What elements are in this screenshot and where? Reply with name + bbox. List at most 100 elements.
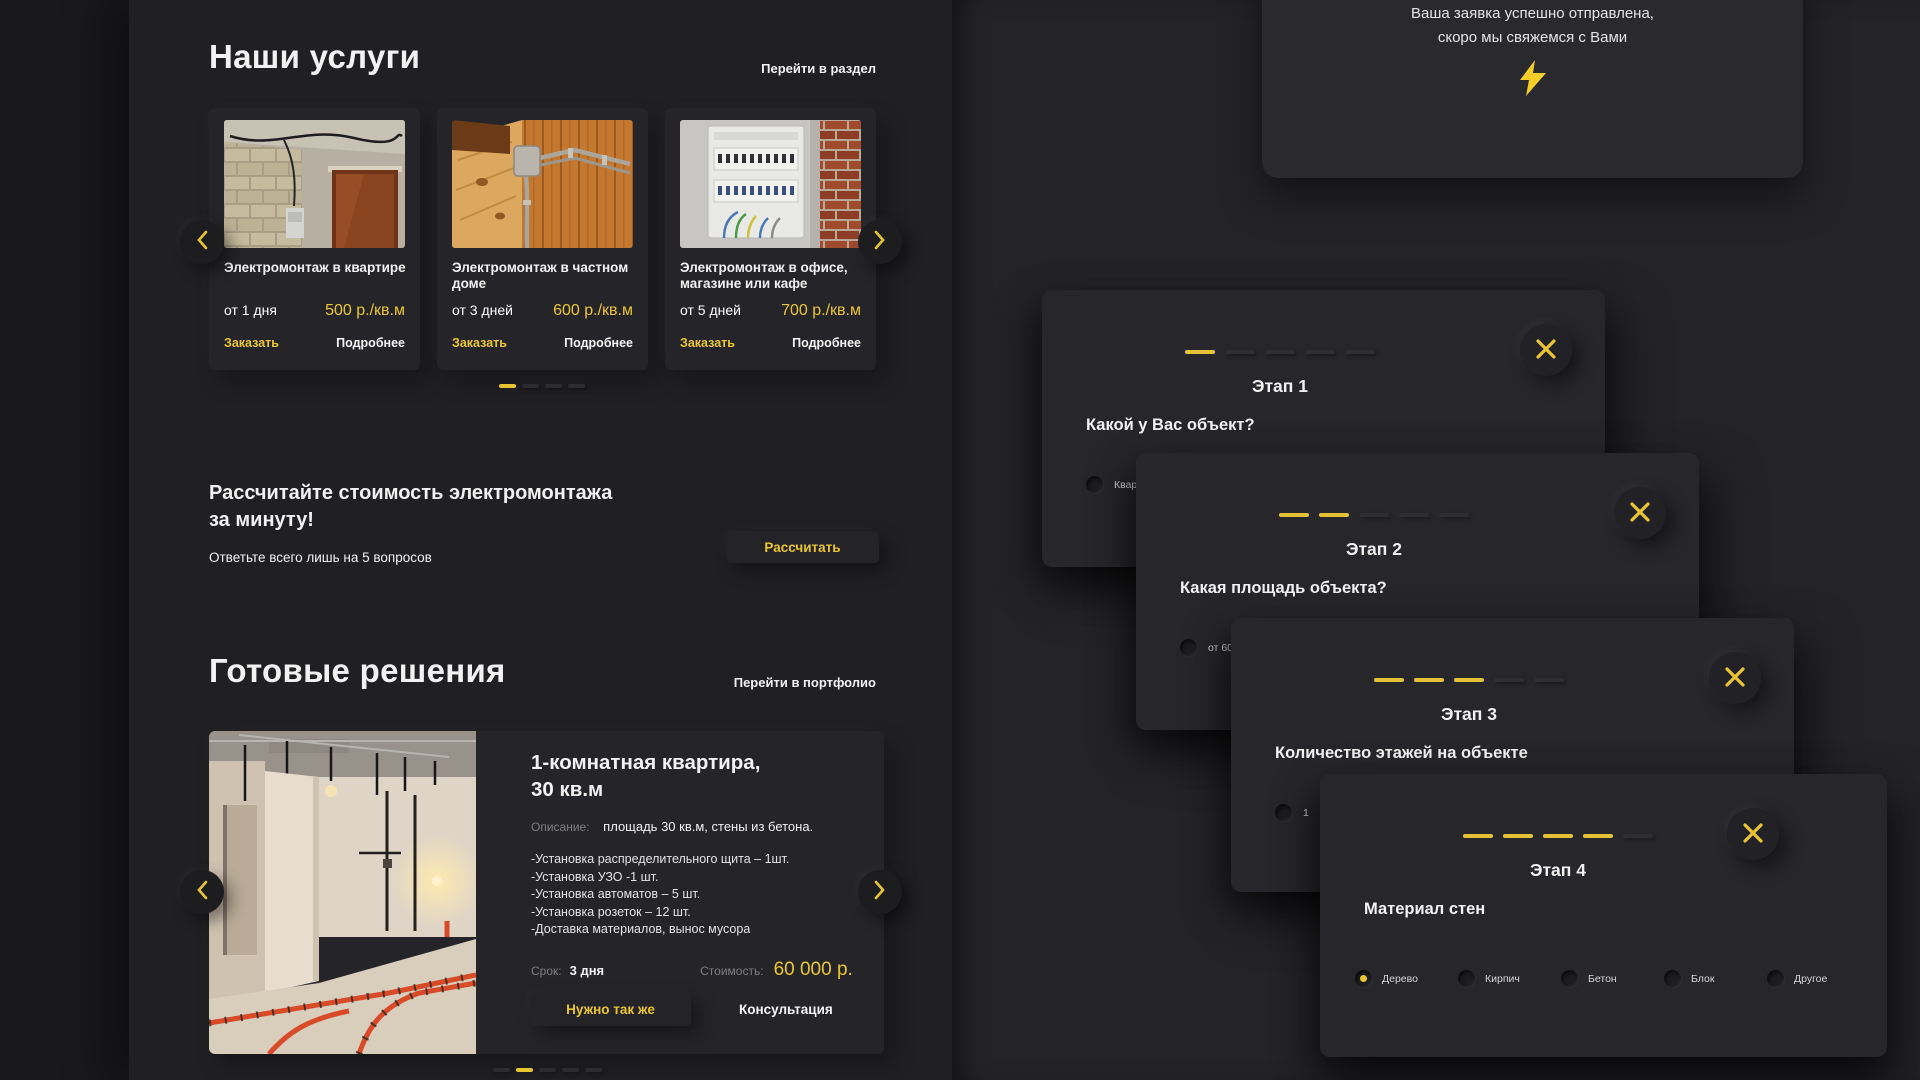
- order-button[interactable]: Заказать: [452, 336, 507, 350]
- details-button[interactable]: Подробнее: [792, 336, 861, 350]
- order-button[interactable]: Заказать: [224, 336, 279, 350]
- cost-label: Стоимость:: [700, 964, 763, 978]
- services-next-button[interactable]: [858, 220, 902, 264]
- toast-text: Ваша заявка успешно отправлена,: [1262, 5, 1803, 22]
- calculator-heading: Рассчитайте стоимость электромонтажа за …: [209, 480, 612, 534]
- toast-text: скоро мы свяжемся с Вами: [1262, 29, 1803, 46]
- service-card-title: Электромонтаж в частном доме: [452, 260, 636, 292]
- pagination-dash[interactable]: [545, 384, 562, 388]
- details-button[interactable]: Подробнее: [336, 336, 405, 350]
- quiz-option[interactable]: Дерево: [1355, 970, 1458, 987]
- service-card-info: от 5 дней 700 р./кв.м: [680, 302, 861, 320]
- quiz-panel: Ваша заявка успешно отправлена, скоро мы…: [952, 0, 1920, 1080]
- portfolio-work-list: -Установка распределительного щита – 1шт…: [531, 851, 789, 939]
- list-item: -Установка автоматов – 5 шт.: [531, 886, 789, 904]
- need-same-button[interactable]: Нужно так же: [530, 993, 691, 1026]
- description-value: площадь 30 кв.м, стены из бетона.: [603, 819, 813, 834]
- quiz-option[interactable]: Бетон: [1561, 970, 1664, 987]
- option-label: Дерево: [1382, 973, 1418, 985]
- service-card-title: Электромонтаж в офисе, магазине или кафе: [680, 260, 864, 292]
- consultation-button[interactable]: Консультация: [739, 1002, 833, 1017]
- services-header: Наши услуги Перейти в раздел: [209, 38, 876, 76]
- services-pagination: [499, 384, 585, 388]
- progress-indicator: [1136, 513, 1612, 517]
- radio-icon[interactable]: [1561, 970, 1578, 987]
- list-item: -Доставка материалов, вынос мусора: [531, 921, 789, 939]
- service-photo-breaker-panel: [680, 120, 861, 248]
- progress-indicator: [1231, 678, 1707, 682]
- close-icon: [1742, 822, 1764, 847]
- radio-icon[interactable]: [1355, 970, 1372, 987]
- portfolio-title: Готовые решения: [209, 652, 506, 690]
- portfolio-pagination: [493, 1068, 602, 1072]
- service-card-info: от 3 дней 600 р./кв.м: [452, 302, 633, 320]
- portfolio-section-link[interactable]: Перейти в портфолио: [734, 675, 876, 690]
- quiz-modal-step-4: Этап 4 Материал стен Дерево Кирпич Бетон: [1320, 774, 1887, 1057]
- service-duration: от 1 дня: [224, 302, 277, 318]
- radio-icon[interactable]: [1767, 970, 1784, 987]
- quiz-option[interactable]: Кирпич: [1458, 970, 1561, 987]
- pagination-dash[interactable]: [568, 384, 585, 388]
- radio-icon[interactable]: [1086, 476, 1103, 493]
- list-item: -Установка УЗО -1 шт.: [531, 869, 789, 887]
- quiz-option[interactable]: Другое: [1767, 970, 1870, 987]
- list-item: -Установка распределительного щита – 1шт…: [531, 851, 789, 869]
- pagination-dash[interactable]: [499, 384, 516, 388]
- term-label: Срок:: [531, 964, 562, 978]
- services-prev-button[interactable]: [180, 220, 224, 264]
- close-button[interactable]: [1727, 808, 1779, 860]
- service-photo-apartment: [224, 120, 405, 248]
- success-toast: Ваша заявка успешно отправлена, скоро мы…: [1262, 0, 1803, 178]
- chevron-left-icon: [196, 880, 208, 905]
- radio-icon[interactable]: [1275, 804, 1292, 821]
- service-duration: от 5 дней: [680, 302, 741, 318]
- pagination-dash[interactable]: [539, 1068, 556, 1072]
- close-button[interactable]: [1520, 324, 1572, 376]
- radio-icon[interactable]: [1458, 970, 1475, 987]
- option-label: 1: [1303, 807, 1309, 819]
- close-button[interactable]: [1709, 652, 1761, 704]
- close-button[interactable]: [1614, 487, 1666, 539]
- portfolio-prev-button[interactable]: [180, 870, 224, 914]
- portfolio-card: 1-комнатная квартира, 30 кв.м Описание: …: [209, 731, 884, 1054]
- service-duration: от 3 дней: [452, 302, 513, 318]
- option-label: Кирпич: [1485, 973, 1520, 985]
- service-price: 500 р./кв.м: [325, 302, 405, 320]
- progress-indicator: [1320, 834, 1796, 838]
- quiz-question: Материал стен: [1364, 900, 1485, 919]
- quiz-option[interactable]: 1: [1275, 804, 1309, 821]
- main-content: Наши услуги Перейти в раздел: [129, 0, 952, 1080]
- portfolio-item-title: 1-комнатная квартира, 30 кв.м: [531, 749, 760, 803]
- radio-icon[interactable]: [1180, 639, 1197, 656]
- chevron-right-icon: [874, 880, 886, 905]
- list-item: -Установка розеток – 12 шт.: [531, 904, 789, 922]
- portfolio-next-button[interactable]: [858, 870, 902, 914]
- services-title: Наши услуги: [209, 38, 420, 76]
- chevron-right-icon: [874, 230, 886, 255]
- pagination-dash[interactable]: [493, 1068, 510, 1072]
- service-card-title: Электромонтаж в квартире: [224, 260, 408, 276]
- portfolio-photo-room: [209, 731, 476, 1054]
- close-icon: [1535, 338, 1557, 363]
- calculator-subtext: Ответьте всего лишь на 5 вопросов: [209, 550, 432, 565]
- pagination-dash[interactable]: [562, 1068, 579, 1072]
- close-icon: [1629, 501, 1651, 526]
- services-section-link[interactable]: Перейти в раздел: [761, 61, 876, 76]
- portfolio-meta: Срок: 3 дня Стоимость: 60 000 р.: [531, 959, 864, 981]
- details-button[interactable]: Подробнее: [564, 336, 633, 350]
- order-button[interactable]: Заказать: [680, 336, 735, 350]
- chevron-left-icon: [196, 230, 208, 255]
- option-label: Другое: [1794, 973, 1827, 985]
- progress-indicator: [1042, 350, 1518, 354]
- term-value: 3 дня: [570, 963, 605, 978]
- calculate-button[interactable]: Рассчитать: [726, 531, 879, 563]
- radio-icon[interactable]: [1664, 970, 1681, 987]
- portfolio-description: Описание: площадь 30 кв.м, стены из бето…: [531, 819, 813, 834]
- service-price: 700 р./кв.м: [781, 302, 861, 320]
- quiz-options-row: Дерево Кирпич Бетон Блок Другое: [1355, 970, 1870, 987]
- pagination-dash[interactable]: [516, 1068, 533, 1072]
- quiz-option[interactable]: Блок: [1664, 970, 1767, 987]
- pagination-dash[interactable]: [522, 384, 539, 388]
- step-title: Этап 2: [1136, 539, 1612, 560]
- pagination-dash[interactable]: [585, 1068, 602, 1072]
